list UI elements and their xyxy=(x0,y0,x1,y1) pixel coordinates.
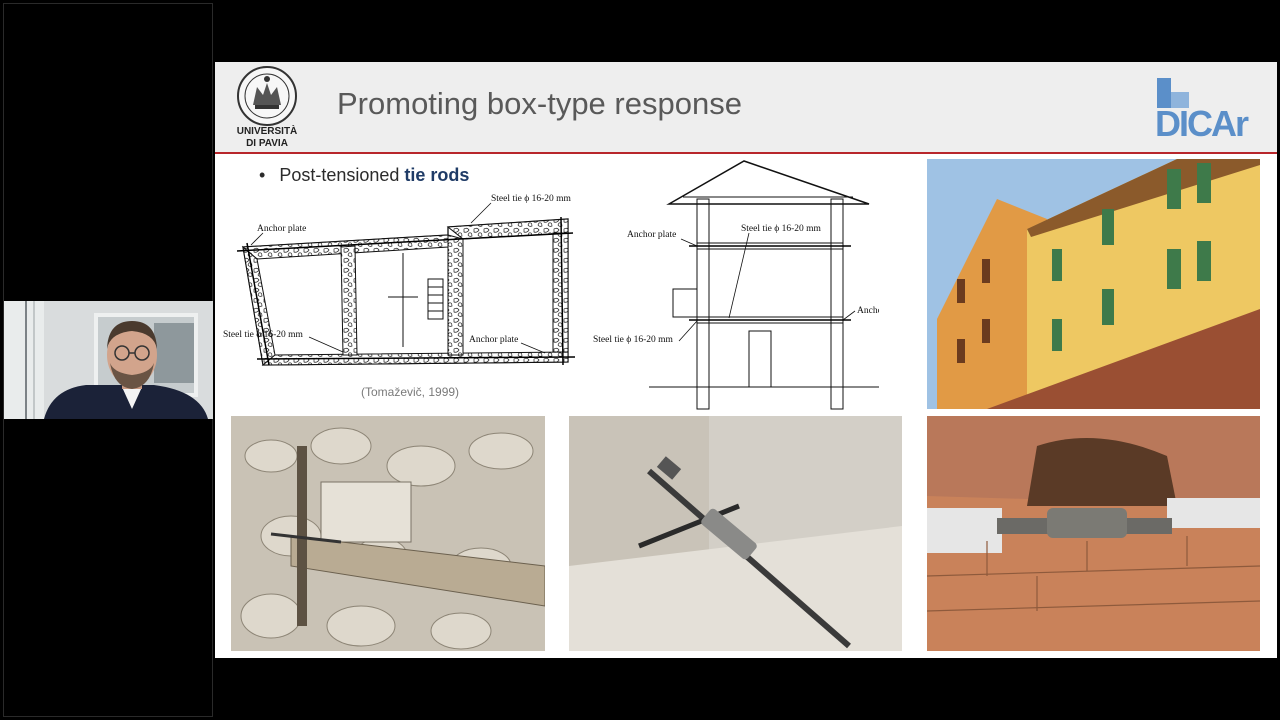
photo-tie-rod-in-brick-wall xyxy=(927,416,1260,651)
label-steel-tie-upper: Steel tie ϕ 16-20 mm xyxy=(741,224,822,234)
tie-rods-plan-drawing: Steel tie ϕ 16-20 mm Anchor plate Steel … xyxy=(223,194,576,366)
presenter-webcam xyxy=(4,301,213,419)
presenter-video-frame xyxy=(4,301,213,419)
tie-rods-section-drawing: Anchor plate Steel tie ϕ 16-20 mm Steel … xyxy=(593,160,879,410)
dicar-logo: DICAr xyxy=(1155,78,1251,144)
figure-citation: (Tomaževič, 1999) xyxy=(361,385,460,399)
label-steel-tie-left: Steel tie ϕ 16-20 mm xyxy=(223,330,304,340)
photo-damaged-masonry-wall xyxy=(231,416,545,651)
bullet-dot-icon: • xyxy=(259,165,266,185)
photo-building-facade xyxy=(927,159,1260,409)
label-anchor-plate-top: Anchor plate xyxy=(257,224,306,234)
university-name-line1: UNIVERSITÀ xyxy=(236,126,298,137)
university-name: UNIVERSITÀ DI PAVIA xyxy=(223,126,311,150)
label-anchor-plate-bottom: Anchor plate xyxy=(469,335,518,345)
bullet-text: Post-tensioned xyxy=(279,165,405,185)
bullet-point: • Post-tensioned tie rods xyxy=(259,165,469,186)
presentation-slide: UNIVERSITÀ DI PAVIA Promoting box-type r… xyxy=(215,62,1277,658)
university-seal-icon xyxy=(237,66,297,126)
label-anchor-plate-right: Anchor plate xyxy=(857,306,879,316)
bullet-highlight: tie rods xyxy=(404,165,470,185)
label-anchor-plate-left: Anchor plate xyxy=(627,230,676,240)
header-divider xyxy=(215,152,1277,154)
slide-title: Promoting box-type response xyxy=(337,86,742,121)
label-steel-tie-lower: Steel tie ϕ 16-20 mm xyxy=(593,335,674,345)
photo-turnbuckle-tie xyxy=(569,416,902,651)
label-steel-tie-top: Steel tie ϕ 16-20 mm xyxy=(491,194,572,204)
university-name-line2: DI PAVIA xyxy=(246,138,288,149)
svg-text:DICAr: DICAr xyxy=(1155,103,1249,144)
